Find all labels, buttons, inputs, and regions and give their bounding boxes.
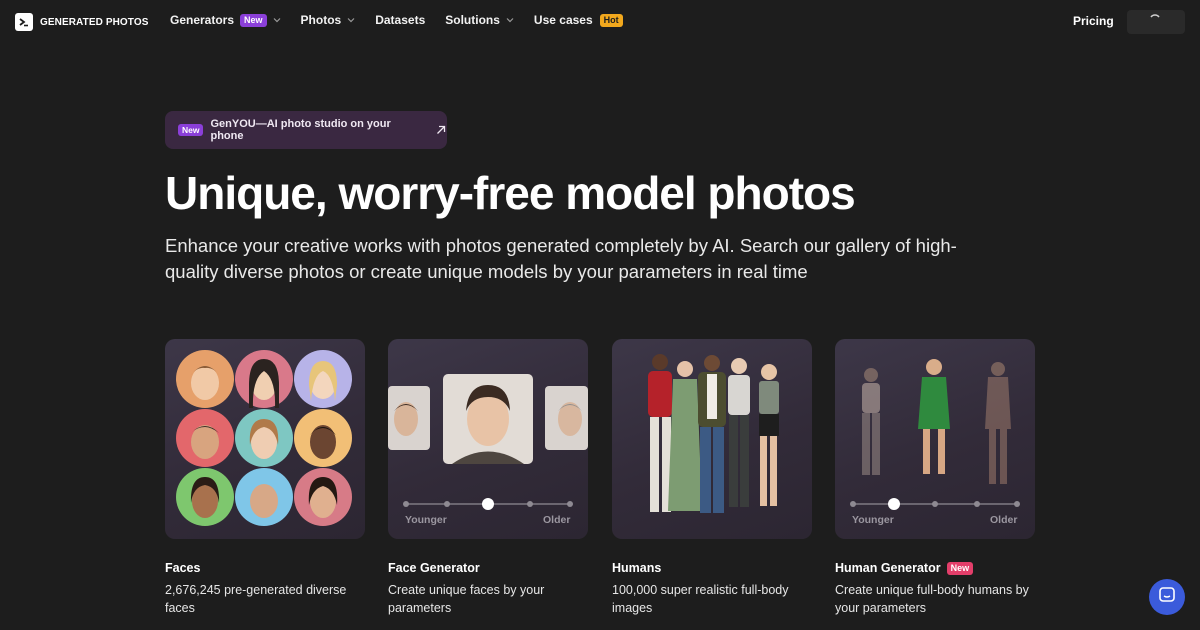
nav-item-label: Photos bbox=[300, 13, 342, 27]
slider-step bbox=[527, 501, 533, 507]
new-badge: New bbox=[178, 123, 204, 137]
promo-banner[interactable]: New GenYOU—AI photo studio on your phone bbox=[165, 111, 447, 149]
slider-step bbox=[1014, 501, 1020, 507]
brand-name: GENERATED PHOTOS bbox=[40, 16, 149, 28]
slider-step bbox=[850, 501, 856, 507]
account-button[interactable] bbox=[1127, 10, 1185, 34]
slider-step bbox=[567, 501, 573, 507]
age-slider[interactable] bbox=[403, 498, 573, 510]
slider-min-label: Younger bbox=[852, 514, 894, 526]
main-menu: Generators New Photos Datasets Solutions… bbox=[170, 13, 643, 27]
nav-item-generators[interactable]: Generators New bbox=[170, 13, 281, 27]
arrow-up-right-icon bbox=[435, 124, 447, 136]
chat-launcher-button[interactable] bbox=[1149, 579, 1185, 615]
chat-bubble-icon bbox=[1158, 586, 1176, 609]
card-title-text: Human Generator bbox=[835, 561, 941, 575]
nav-item-photos[interactable]: Photos bbox=[301, 13, 356, 27]
page-title: Unique, worry-free model photos bbox=[165, 167, 856, 219]
nav-item-label: Generators bbox=[170, 13, 235, 27]
slider-step bbox=[932, 501, 938, 507]
top-navigation: GENERATED PHOTOS Generators New Photos D… bbox=[0, 0, 1200, 44]
promo-text: GenYOU—AI photo studio on your phone bbox=[210, 118, 391, 142]
humans-group-image bbox=[648, 354, 779, 513]
card-faces[interactable]: Faces 2,676,245 pre-generated diverse fa… bbox=[165, 339, 365, 617]
slider-max-label: Older bbox=[990, 514, 1018, 526]
card-title-text: Faces bbox=[165, 561, 201, 575]
faces-collage-image bbox=[176, 350, 352, 526]
slider-max-label: Older bbox=[543, 514, 571, 526]
card-description: Create unique faces by your parameters bbox=[388, 583, 545, 615]
nav-item-use-cases[interactable]: Use cases Hot bbox=[534, 13, 623, 27]
slider-step bbox=[444, 501, 450, 507]
card-title[interactable]: Humans bbox=[612, 561, 812, 575]
card-description: 2,676,245 pre-generated diverse faces bbox=[165, 583, 347, 615]
hero-subtitle: Enhance your creative works with photos … bbox=[165, 235, 957, 282]
nav-item-label: Datasets bbox=[375, 13, 426, 27]
brand-logo[interactable]: GENERATED PHOTOS bbox=[15, 13, 148, 31]
nav-item-pricing[interactable]: Pricing bbox=[1073, 14, 1114, 28]
card-title-text: Face Generator bbox=[388, 561, 480, 575]
card-human-generator[interactable]: Younger Older Human Generator New Create… bbox=[835, 339, 1035, 617]
spinner-icon bbox=[1148, 13, 1162, 27]
faces-thumbnail[interactable] bbox=[165, 339, 365, 539]
nav-item-datasets[interactable]: Datasets bbox=[375, 13, 425, 27]
hot-badge: Hot bbox=[599, 13, 623, 27]
chevron-down-icon bbox=[273, 16, 281, 24]
chevron-down-icon bbox=[347, 16, 355, 24]
slider-step bbox=[974, 501, 980, 507]
terminal-prompt-icon bbox=[15, 13, 33, 31]
age-slider[interactable] bbox=[850, 498, 1020, 510]
new-badge: New bbox=[240, 13, 267, 27]
nav-item-solutions[interactable]: Solutions bbox=[445, 13, 514, 27]
human-generator-thumbnail[interactable]: Younger Older bbox=[835, 339, 1035, 539]
humans-thumbnail[interactable] bbox=[612, 339, 812, 539]
card-title[interactable]: Face Generator bbox=[388, 561, 588, 575]
card-description: 100,000 super realistic full-body images bbox=[612, 583, 789, 615]
slider-handle[interactable] bbox=[888, 498, 900, 510]
card-title-text: Humans bbox=[612, 561, 662, 575]
slider-min-label: Younger bbox=[405, 514, 447, 526]
card-title[interactable]: Faces bbox=[165, 561, 365, 575]
card-title[interactable]: Human Generator New bbox=[835, 561, 1035, 575]
new-badge: New bbox=[946, 561, 974, 575]
nav-item-label: Use cases bbox=[533, 13, 593, 27]
card-humans[interactable]: Humans 100,000 super realistic full-body… bbox=[612, 339, 812, 617]
card-face-generator[interactable]: Younger Older Face Generator Create uniq… bbox=[388, 339, 588, 617]
human-generator-preview-image bbox=[862, 359, 1011, 484]
slider-step bbox=[403, 501, 409, 507]
face-generator-thumbnail[interactable]: Younger Older bbox=[388, 339, 588, 539]
card-description: Create unique full-body humans by your p… bbox=[835, 583, 1029, 615]
nav-item-label: Solutions bbox=[445, 13, 500, 27]
slider-handle[interactable] bbox=[482, 498, 494, 510]
chevron-down-icon bbox=[506, 16, 514, 24]
